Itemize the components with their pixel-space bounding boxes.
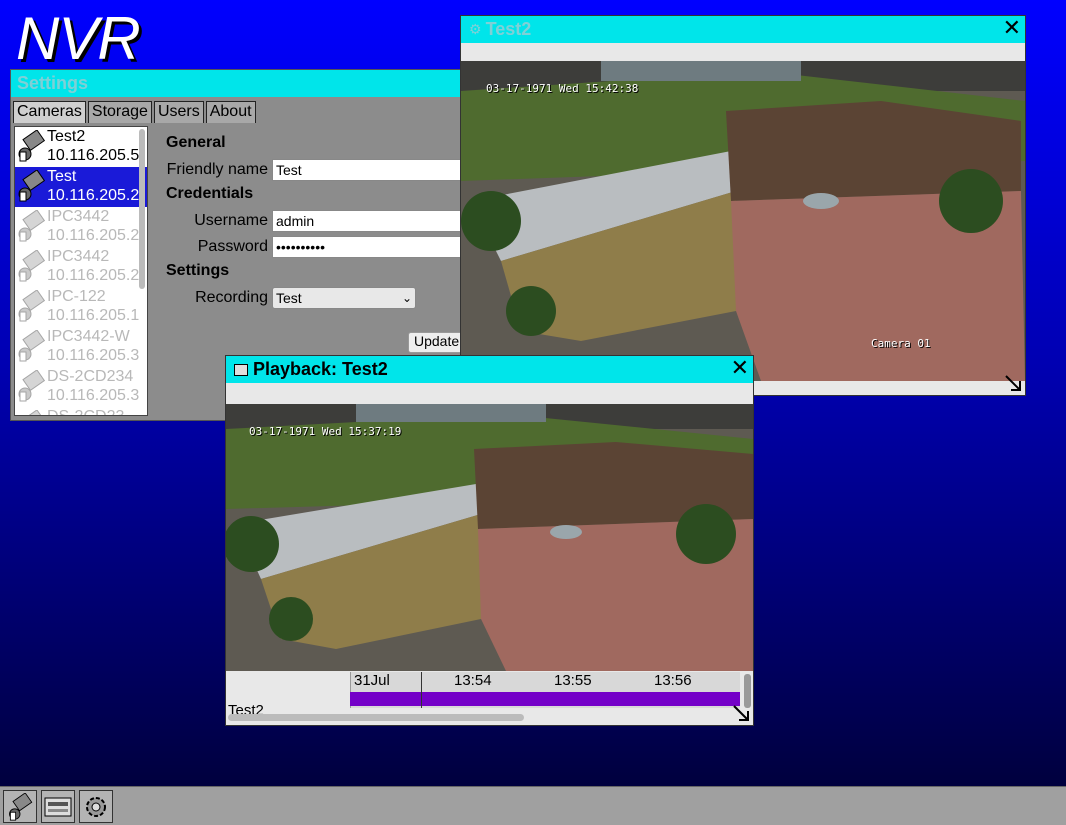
tab-storage[interactable]: Storage bbox=[87, 101, 152, 123]
settings-heading: Settings bbox=[166, 262, 230, 279]
camera-list-item[interactable]: Test2 10.116.205.5 bbox=[15, 127, 147, 167]
playhead-cursor[interactable] bbox=[421, 672, 422, 708]
video-timestamp: 03-17-1971 Wed 15:37:19 bbox=[249, 425, 402, 438]
camera-ip: 10.116.205.2 bbox=[47, 227, 140, 244]
settings-tabs: Cameras Storage Users About bbox=[13, 101, 258, 123]
chevron-down-icon: ⌄ bbox=[401, 291, 412, 305]
playback-titlebar[interactable]: Playback: Test2 ✕ bbox=[226, 356, 753, 383]
username-input[interactable] bbox=[272, 210, 472, 232]
settings-titlebar[interactable]: Settings bbox=[11, 70, 489, 97]
timeline-horizontal-scrollbar[interactable] bbox=[228, 714, 524, 721]
taskbar-cameras-button[interactable] bbox=[3, 790, 37, 823]
tab-cameras[interactable]: Cameras bbox=[13, 101, 86, 123]
recording-label: Recording bbox=[195, 289, 268, 306]
camera-name: IPC3442 bbox=[47, 208, 110, 225]
password-input[interactable] bbox=[272, 236, 472, 258]
recording-segment-bar[interactable] bbox=[350, 692, 740, 706]
camera-list-item[interactable]: DS-2CD23 bbox=[15, 407, 147, 415]
camera-icon bbox=[18, 250, 45, 282]
app-logo: NVR bbox=[16, 5, 141, 72]
camera-list-item[interactable]: DS-2CD234 10.116.205.3 bbox=[15, 367, 147, 407]
camera-list-item[interactable]: Test 10.116.205.2 bbox=[15, 167, 147, 207]
video-camera-label: Camera 01 bbox=[871, 337, 931, 350]
camera-name: IPC-122 bbox=[47, 288, 106, 305]
close-icon[interactable]: ✕ bbox=[731, 357, 749, 381]
camera-list-scrollbar[interactable] bbox=[139, 129, 145, 289]
camera-name: IPC3442-W bbox=[47, 328, 130, 345]
friendly-name-label: Friendly name bbox=[166, 161, 268, 178]
password-label: Password bbox=[197, 238, 268, 255]
camera-icon bbox=[22, 410, 45, 415]
camera-icon bbox=[18, 170, 45, 202]
settings-title: Settings bbox=[17, 73, 89, 93]
camera-icon bbox=[18, 210, 45, 242]
camera-name: Test bbox=[47, 168, 77, 185]
camera-ip: 10.116.205.3 bbox=[47, 387, 140, 404]
video-frame-image bbox=[461, 61, 1025, 381]
camera-icon bbox=[18, 330, 45, 362]
live-view-title: Test2 bbox=[485, 19, 532, 39]
camera-name: Test2 bbox=[47, 128, 86, 145]
general-heading: General bbox=[166, 134, 226, 151]
camera-icon bbox=[9, 792, 33, 821]
playback-timeline[interactable]: 31Jul 13:54 13:55 13:56 Test2 bbox=[226, 672, 753, 725]
recorder-icon bbox=[234, 363, 248, 376]
credentials-heading: Credentials bbox=[166, 185, 254, 202]
taskbar bbox=[0, 786, 1066, 825]
resize-handle-icon[interactable] bbox=[731, 703, 751, 723]
camera-icon bbox=[18, 370, 45, 402]
taskbar-settings-button[interactable] bbox=[79, 790, 113, 823]
video-timestamp: 03-17-1971 Wed 15:42:38 bbox=[486, 82, 639, 95]
close-icon[interactable]: ✕ bbox=[1003, 17, 1021, 41]
recording-select-value: Test bbox=[276, 290, 302, 306]
camera-icon bbox=[18, 130, 45, 162]
friendly-name-input[interactable] bbox=[272, 159, 472, 181]
camera-list-item[interactable]: IPC3442 10.116.205.2 bbox=[15, 247, 147, 287]
tab-users[interactable]: Users bbox=[153, 101, 204, 123]
camera-name: DS-2CD23 bbox=[47, 407, 147, 415]
playback-video-feed[interactable]: 03-17-1971 Wed 15:37:19 bbox=[226, 404, 753, 671]
timeline-tick-label: 13:55 bbox=[554, 672, 592, 689]
camera-name: DS-2CD234 bbox=[47, 368, 134, 385]
camera-ip: 10.116.205.5 bbox=[47, 147, 140, 164]
camera-name: IPC3442 bbox=[47, 248, 110, 265]
timeline-tick-label: 31Jul bbox=[354, 672, 390, 689]
live-video-feed[interactable]: 03-17-1971 Wed 15:42:38 Camera 01 bbox=[461, 61, 1025, 381]
playback-title: Playback: Test2 bbox=[253, 359, 388, 379]
timeline-tick-label: 13:56 bbox=[654, 672, 692, 689]
username-label: Username bbox=[194, 212, 268, 229]
camera-list-item[interactable]: IPC-122 10.116.205.1 bbox=[15, 287, 147, 327]
taskbar-playback-button[interactable] bbox=[41, 790, 75, 823]
camera-list: Test2 10.116.205.5 Test 10.116.205.2 IPC… bbox=[14, 126, 148, 416]
camera-ip: 10.116.205.1 bbox=[47, 307, 140, 324]
timeline-tick-label: 13:54 bbox=[454, 672, 492, 689]
recording-select[interactable]: Test ⌄ bbox=[272, 287, 416, 309]
settings-gear-icon bbox=[86, 796, 106, 817]
camera-ip: 10.116.205.3 bbox=[47, 347, 140, 364]
resize-handle-icon[interactable] bbox=[1003, 373, 1023, 393]
camera-list-item[interactable]: IPC3442-W 10.116.205.3 bbox=[15, 327, 147, 367]
live-view-window: ⚙ Test2 ✕ 03-17-1971 Wed 15:42:38 Camera… bbox=[460, 15, 1026, 396]
camera-settings-form: General Friendly name Credentials Userna… bbox=[166, 132, 486, 311]
update-button[interactable]: Update bbox=[408, 332, 466, 353]
recorder-icon bbox=[44, 797, 72, 816]
camera-icon: ⚙ bbox=[469, 21, 482, 37]
tab-about[interactable]: About bbox=[205, 101, 256, 123]
camera-list-item[interactable]: IPC3442 10.116.205.2 bbox=[15, 207, 147, 247]
live-view-titlebar[interactable]: ⚙ Test2 ✕ bbox=[461, 16, 1025, 43]
playback-window: Playback: Test2 ✕ 03-17-1971 Wed 15:37:1… bbox=[225, 355, 754, 726]
camera-ip: 10.116.205.2 bbox=[47, 267, 140, 284]
video-frame-image bbox=[226, 404, 753, 671]
camera-ip: 10.116.205.2 bbox=[47, 187, 140, 204]
camera-icon bbox=[18, 290, 45, 322]
